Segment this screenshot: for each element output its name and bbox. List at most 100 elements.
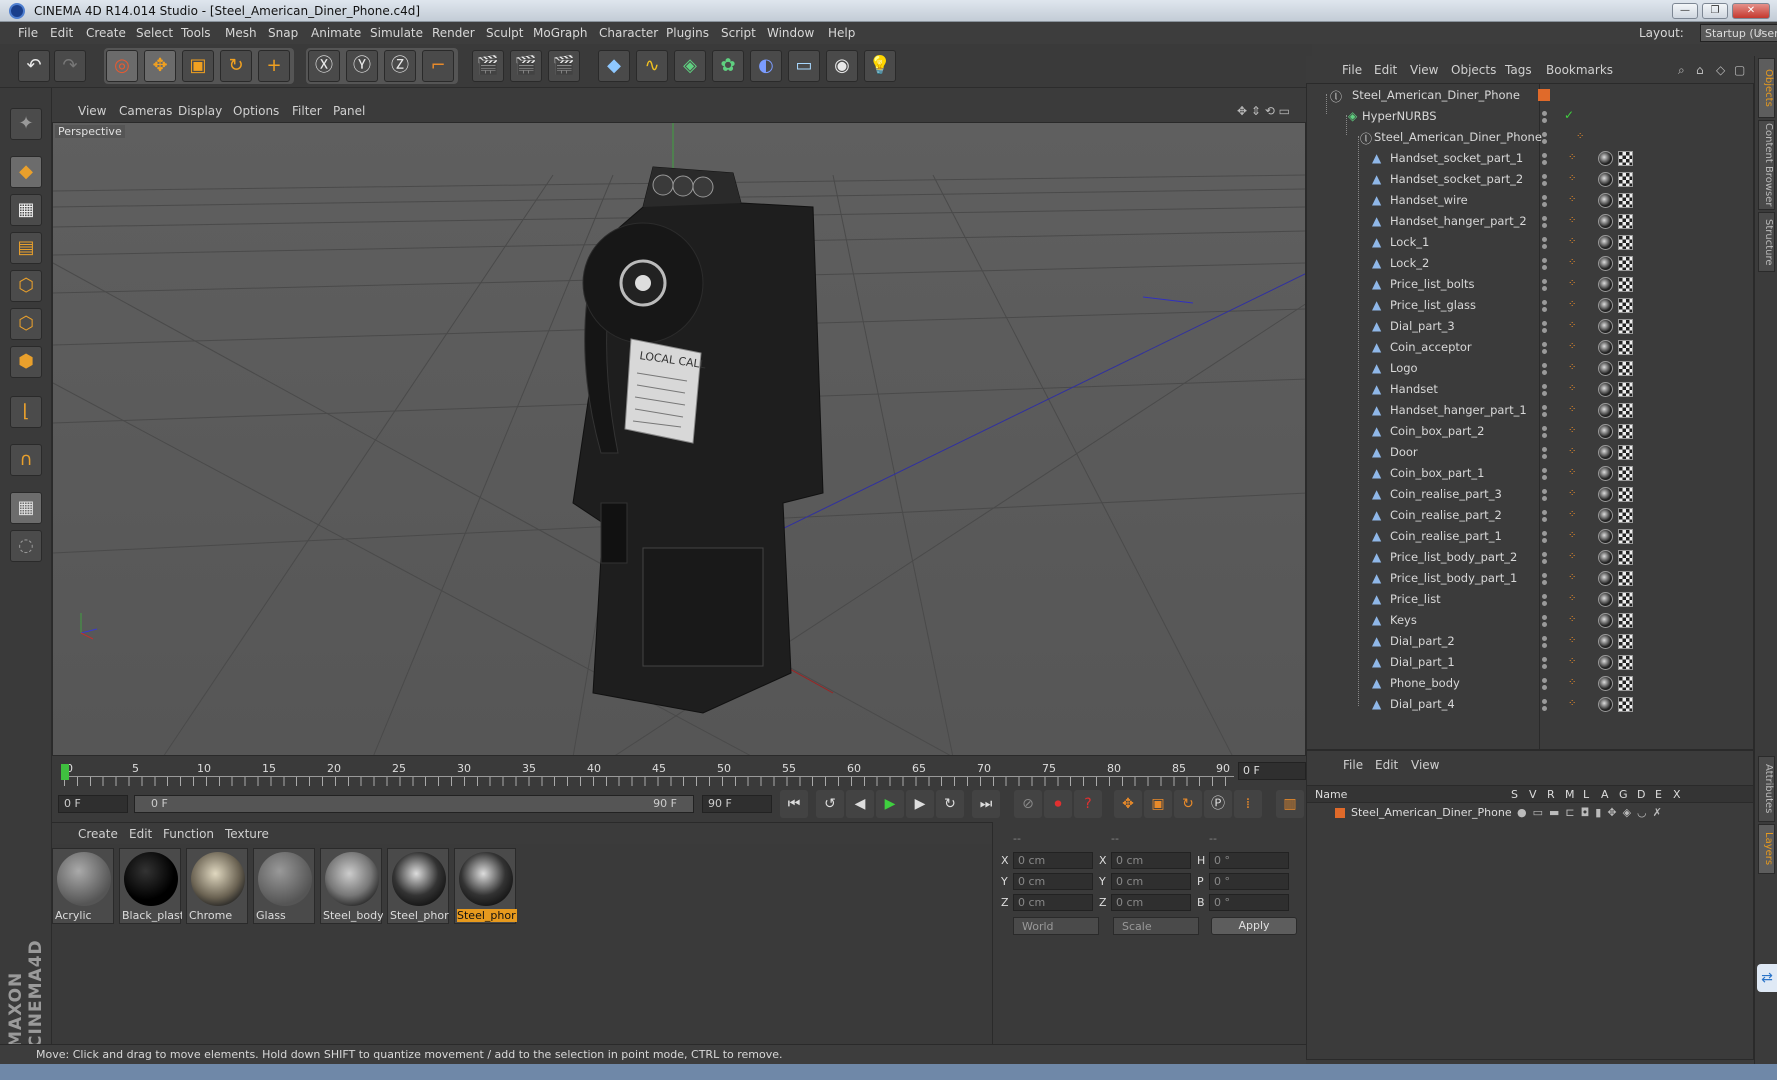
tab-objects[interactable]: Objects — [1758, 58, 1775, 118]
texture-tag-icon[interactable] — [1598, 697, 1613, 712]
next-key-icon[interactable]: ↻ — [936, 790, 964, 818]
object-row[interactable]: ▲ Handset_socket_part_2 ⁘ — [1306, 169, 1754, 190]
uvw-tag-icon[interactable] — [1618, 193, 1633, 208]
visibility-render-dot[interactable] — [1542, 496, 1547, 501]
visibility-editor-dot[interactable] — [1542, 153, 1547, 158]
object-row-hypernurbs[interactable]: ◈ HyperNURBS ✓ — [1306, 106, 1754, 127]
phong-tag-icon[interactable]: ⁘ — [1568, 488, 1579, 499]
object-row[interactable]: ▲ Price_list_bolts ⁘ — [1306, 274, 1754, 295]
material-swatch-selected[interactable]: Steel_phor — [454, 848, 517, 924]
layer-color-swatch[interactable] — [1335, 808, 1345, 818]
visibility-render-dot[interactable] — [1542, 454, 1547, 459]
phong-tag-icon[interactable]: ⁘ — [1568, 572, 1579, 583]
tab-content-browser[interactable]: Content Browser — [1758, 120, 1775, 210]
material-swatch[interactable]: Black_plast — [119, 848, 182, 924]
key-parameter-icon[interactable]: Ⓟ — [1204, 790, 1232, 818]
column-view[interactable]: V — [1529, 788, 1537, 801]
move-tool-icon[interactable]: ✥ — [144, 50, 176, 82]
object-row[interactable]: ▲ Coin_realise_part_3 ⁘ — [1306, 484, 1754, 505]
key-rotation-icon[interactable]: ↻ — [1174, 790, 1202, 818]
visibility-render-dot[interactable] — [1542, 559, 1547, 564]
menu-help[interactable]: Help — [828, 26, 855, 40]
phong-tag-icon[interactable]: ⁘ — [1568, 698, 1579, 709]
object-row[interactable]: ▲ Keys ⁘ — [1306, 610, 1754, 631]
object-row[interactable]: ▲ Dial_part_2 ⁘ — [1306, 631, 1754, 652]
texture-tag-icon[interactable] — [1598, 193, 1613, 208]
current-frame-field[interactable]: 0 F — [1238, 762, 1306, 780]
uvw-tag-icon[interactable] — [1618, 634, 1633, 649]
visibility-render-dot[interactable] — [1542, 391, 1547, 396]
phong-tag-icon[interactable]: ⁘ — [1576, 131, 1587, 142]
texture-tag-icon[interactable] — [1598, 676, 1613, 691]
texture-tag-icon[interactable] — [1598, 256, 1613, 271]
visibility-editor-dot[interactable] — [1542, 321, 1547, 326]
column-render[interactable]: R — [1547, 788, 1555, 801]
uvw-tag-icon[interactable] — [1618, 445, 1633, 460]
texture-tag-icon[interactable] — [1598, 592, 1613, 607]
texture-tag-icon[interactable] — [1598, 319, 1613, 334]
texture-tag-icon[interactable] — [1598, 235, 1613, 250]
cube-primitive-icon[interactable]: ◆ — [598, 50, 630, 82]
phong-tag-icon[interactable]: ⁘ — [1568, 509, 1579, 520]
z-axis-lock-icon[interactable]: Ⓩ — [384, 50, 416, 82]
texture-tag-icon[interactable] — [1598, 508, 1613, 523]
texture-tag-icon[interactable] — [1598, 613, 1613, 628]
menu-tools[interactable]: Tools — [181, 26, 211, 40]
texture-mode-icon[interactable]: ▦ — [10, 194, 42, 226]
apply-button[interactable]: Apply — [1211, 917, 1297, 935]
floor-icon[interactable]: ▭ — [788, 50, 820, 82]
menu-animate[interactable]: Animate — [311, 26, 361, 40]
visibility-editor-dot[interactable] — [1542, 594, 1547, 599]
phong-tag-icon[interactable]: ⁘ — [1568, 173, 1579, 184]
go-to-end-icon[interactable]: ⏭ — [972, 790, 1000, 818]
visibility-editor-dot[interactable] — [1542, 468, 1547, 473]
previous-key-icon[interactable]: ↺ — [816, 790, 844, 818]
layout-select[interactable]: Startup (User) — [1700, 24, 1777, 42]
visibility-editor-dot[interactable] — [1542, 657, 1547, 662]
visibility-render-dot[interactable] — [1542, 685, 1547, 690]
add-tool-icon[interactable]: + — [258, 50, 290, 82]
phong-tag-icon[interactable]: ⁘ — [1568, 425, 1579, 436]
objects-menu-view[interactable]: View — [1410, 63, 1438, 77]
uvw-tag-icon[interactable] — [1618, 235, 1633, 250]
workplane-lock-icon[interactable]: ▦ — [10, 492, 42, 524]
nurbs-icon[interactable]: ◈ — [674, 50, 706, 82]
visibility-editor-dot[interactable] — [1542, 636, 1547, 641]
uvw-tag-icon[interactable] — [1618, 550, 1633, 565]
visibility-editor-dot[interactable] — [1542, 489, 1547, 494]
viewport-menu-display[interactable]: Display — [178, 104, 222, 118]
phong-tag-icon[interactable]: ⁘ — [1568, 467, 1579, 478]
live-selection-icon[interactable]: ◎ — [106, 50, 138, 82]
phong-tag-icon[interactable]: ⁘ — [1568, 152, 1579, 163]
coordinate-system-icon[interactable]: ⌐ — [422, 50, 454, 82]
menu-plugins[interactable]: Plugins — [666, 26, 709, 40]
restore-button[interactable]: ❐ — [1702, 3, 1728, 19]
uvw-tag-icon[interactable] — [1618, 172, 1633, 187]
visibility-render-dot[interactable] — [1542, 601, 1547, 606]
playhead-marker[interactable] — [61, 764, 69, 780]
material-swatch[interactable]: Steel_phor — [387, 848, 449, 924]
column-generators[interactable]: G — [1619, 788, 1628, 801]
phong-tag-icon[interactable]: ⁘ — [1568, 194, 1579, 205]
object-row[interactable]: ▲ Coin_box_part_2 ⁘ — [1306, 421, 1754, 442]
object-row[interactable]: ▲ Coin_acceptor ⁘ — [1306, 337, 1754, 358]
uvw-tag-icon[interactable] — [1618, 592, 1633, 607]
layer-flag-icons[interactable]: ●▭▬⊏◘▮✥◈◡✗ — [1517, 806, 1668, 819]
uvw-tag-icon[interactable] — [1618, 277, 1633, 292]
model-mode-icon[interactable]: ◆ — [10, 156, 42, 188]
object-row[interactable]: ▲ Coin_realise_part_1 ⁘ — [1306, 526, 1754, 547]
position-x-field[interactable]: 0 cm — [1013, 852, 1093, 869]
home-icon[interactable]: ⌂ — [1696, 63, 1704, 77]
viewport-menu-cameras[interactable]: Cameras — [119, 104, 172, 118]
column-xrefs[interactable]: X — [1673, 788, 1681, 801]
uvw-tag-icon[interactable] — [1618, 403, 1633, 418]
make-editable-icon[interactable]: ✦ — [10, 108, 42, 140]
menu-simulate[interactable]: Simulate — [370, 26, 423, 40]
uvw-tag-icon[interactable] — [1618, 361, 1633, 376]
uvw-tag-icon[interactable] — [1618, 424, 1633, 439]
object-row[interactable]: ▲ Handset_hanger_part_2 ⁘ — [1306, 211, 1754, 232]
start-frame-field[interactable]: 0 F — [58, 795, 128, 813]
visibility-editor-dot[interactable] — [1542, 531, 1547, 536]
texture-tag-icon[interactable] — [1598, 550, 1613, 565]
render-settings-icon[interactable]: 🎬 — [548, 50, 580, 82]
